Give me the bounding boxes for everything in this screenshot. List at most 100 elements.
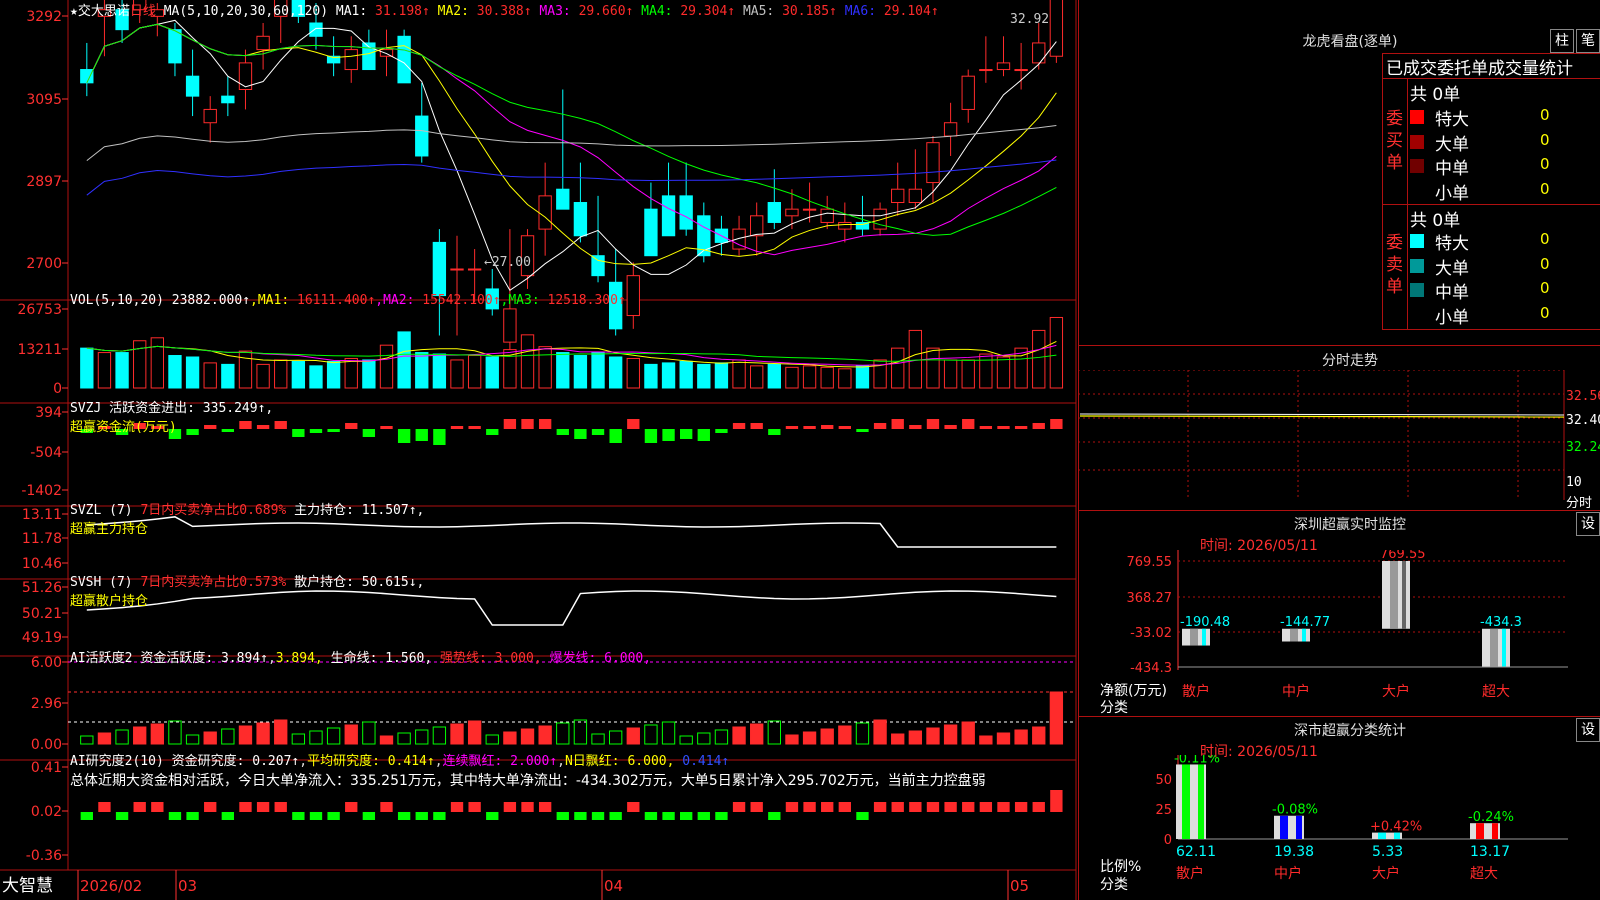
order-count-value: 0 xyxy=(1540,230,1550,248)
ai-research-bar xyxy=(274,802,287,812)
ai-active-bar xyxy=(626,727,640,745)
dragon-divider xyxy=(1382,329,1600,330)
ai-active-bar xyxy=(926,727,940,745)
svzj-bar-in xyxy=(944,425,957,429)
candle-down xyxy=(573,202,588,237)
vol-ma-label-3: ,MA3: xyxy=(500,293,548,308)
order-type-label: 大单 xyxy=(1435,134,1469,155)
ai-active-bar xyxy=(450,723,464,745)
ai-active-bar xyxy=(961,721,975,745)
ai-active-bar xyxy=(785,734,799,745)
ai-active-bar xyxy=(97,732,112,745)
svzj-tick-label: -1402 xyxy=(21,483,62,499)
candle-down xyxy=(679,195,693,230)
ai-active-bar xyxy=(274,719,288,745)
ai-active-bar xyxy=(1014,729,1028,745)
monitor-bar xyxy=(1382,561,1410,629)
candle-up xyxy=(1032,42,1046,64)
ai-active-bar xyxy=(979,735,993,745)
monitor-tick-label: 368.27 xyxy=(1127,591,1173,606)
candle-up xyxy=(802,208,817,211)
order-count-value: 0 xyxy=(1540,254,1550,273)
order-type-label: 小单 xyxy=(1435,307,1469,328)
volume-bar-up xyxy=(203,362,217,389)
legend-swatch xyxy=(1410,134,1424,149)
ai-active-bar xyxy=(750,723,764,745)
ai-active-bar xyxy=(379,735,394,745)
svzj-bar-out xyxy=(856,429,869,432)
volume-bar-up xyxy=(520,334,535,389)
ai-research-bar xyxy=(997,802,1010,812)
svzj-bar-in xyxy=(997,426,1010,429)
ai-research-bar xyxy=(327,812,340,820)
volume-bar-down xyxy=(115,352,129,389)
ma-label-1: MA1: xyxy=(335,4,376,19)
ai-active-bar xyxy=(397,732,411,745)
ai-research-bar xyxy=(662,812,675,820)
svzj-bar-in xyxy=(274,421,287,429)
ai-active-tick-label: 6.00 xyxy=(31,655,62,671)
candle-up xyxy=(379,49,394,57)
svzj-value: 335.249↑, xyxy=(202,401,274,416)
ai-active-bar xyxy=(908,730,923,745)
order-count-value: 0 xyxy=(1540,179,1550,198)
ai-research-bar xyxy=(503,802,517,812)
volume-bar-down xyxy=(644,363,658,389)
ai-research-bar xyxy=(821,802,834,812)
period-label[interactable]: 日线 xyxy=(130,4,156,19)
intraday-avg-line xyxy=(1079,413,1565,416)
candle-down xyxy=(168,29,182,64)
x-axis: 大智慧 2026/02 03 04 05 xyxy=(2,870,1029,900)
ma-header: MA(5,10,20,30,60,120) xyxy=(163,4,329,19)
svzj-bar-out xyxy=(591,429,605,435)
ma-value-4: 29.304↑ xyxy=(680,4,736,19)
classify-settings-button[interactable]: 设 xyxy=(1576,718,1600,742)
ai-active-bar xyxy=(203,731,217,745)
intraday-tick-0: 32.56 xyxy=(1566,389,1600,404)
x-tick-label: 2026/02 xyxy=(80,877,142,895)
volume-bar-up xyxy=(274,359,288,389)
volume-bar-down xyxy=(415,352,429,389)
ai-active-bar xyxy=(150,723,164,745)
intraday-price-line xyxy=(1079,415,1565,418)
svzj-bar-in xyxy=(1014,426,1028,429)
ai-research-bar xyxy=(362,812,376,820)
candle-down xyxy=(661,195,676,237)
svzj-tick-label: -504 xyxy=(30,445,62,461)
favorite-star-icon[interactable]: ★ xyxy=(70,4,78,19)
ma-line-5 xyxy=(86,124,1057,162)
ai-research-bar xyxy=(239,802,252,812)
svzj-bar-in xyxy=(503,419,517,429)
ma-label-6: MA6: xyxy=(836,4,884,19)
intraday-chart[interactable] xyxy=(1078,370,1600,510)
volume-bar-up xyxy=(732,359,746,389)
svzl-subtitle: 超赢主力持仓 xyxy=(70,522,149,537)
ai-active-bar xyxy=(714,729,729,745)
column-view-button[interactable]: 柱 xyxy=(1550,29,1574,53)
svzj-bar-out xyxy=(327,429,340,432)
ai-research-tick-label: 0.02 xyxy=(31,804,62,820)
classify-chart[interactable]: 75 50 25 0 -0.11% 62.11 散户 -0.08% 19.38 中户 +0.42% 5… xyxy=(1078,755,1600,900)
ai-research-bar xyxy=(627,802,640,812)
ai-research-bar xyxy=(680,812,693,820)
monitor-settings-button[interactable]: 设 xyxy=(1576,512,1600,536)
ai-active-life: 生命线: 1.560, xyxy=(330,651,433,666)
intraday-footer: 分时 xyxy=(1566,496,1593,511)
monitor-bar-shade xyxy=(1390,561,1398,629)
candle-down xyxy=(309,22,323,37)
ai-active-tick-label: 0.00 xyxy=(31,737,62,753)
svzj-bar-in xyxy=(750,423,763,429)
vol-ma-value-1: 16111.400↑ xyxy=(297,293,376,308)
section-divider xyxy=(1078,345,1600,346)
ai-active-value2: 3.894, xyxy=(275,651,323,666)
monitor-tick-label: -33.02 xyxy=(1130,626,1172,641)
ai-active-bar xyxy=(891,733,905,745)
tick-view-button[interactable]: 笔 xyxy=(1576,29,1600,53)
volume-bar-down xyxy=(697,363,711,389)
ai-research-value: 0.207↑ xyxy=(252,754,300,769)
svzj-bar-out xyxy=(697,429,710,441)
svzl-name: SVZL (7) xyxy=(70,503,133,518)
ai-active-label: 资金活跃度: xyxy=(140,651,214,666)
ai-research-bar xyxy=(450,802,464,812)
order-type-label: 小单 xyxy=(1435,183,1469,204)
